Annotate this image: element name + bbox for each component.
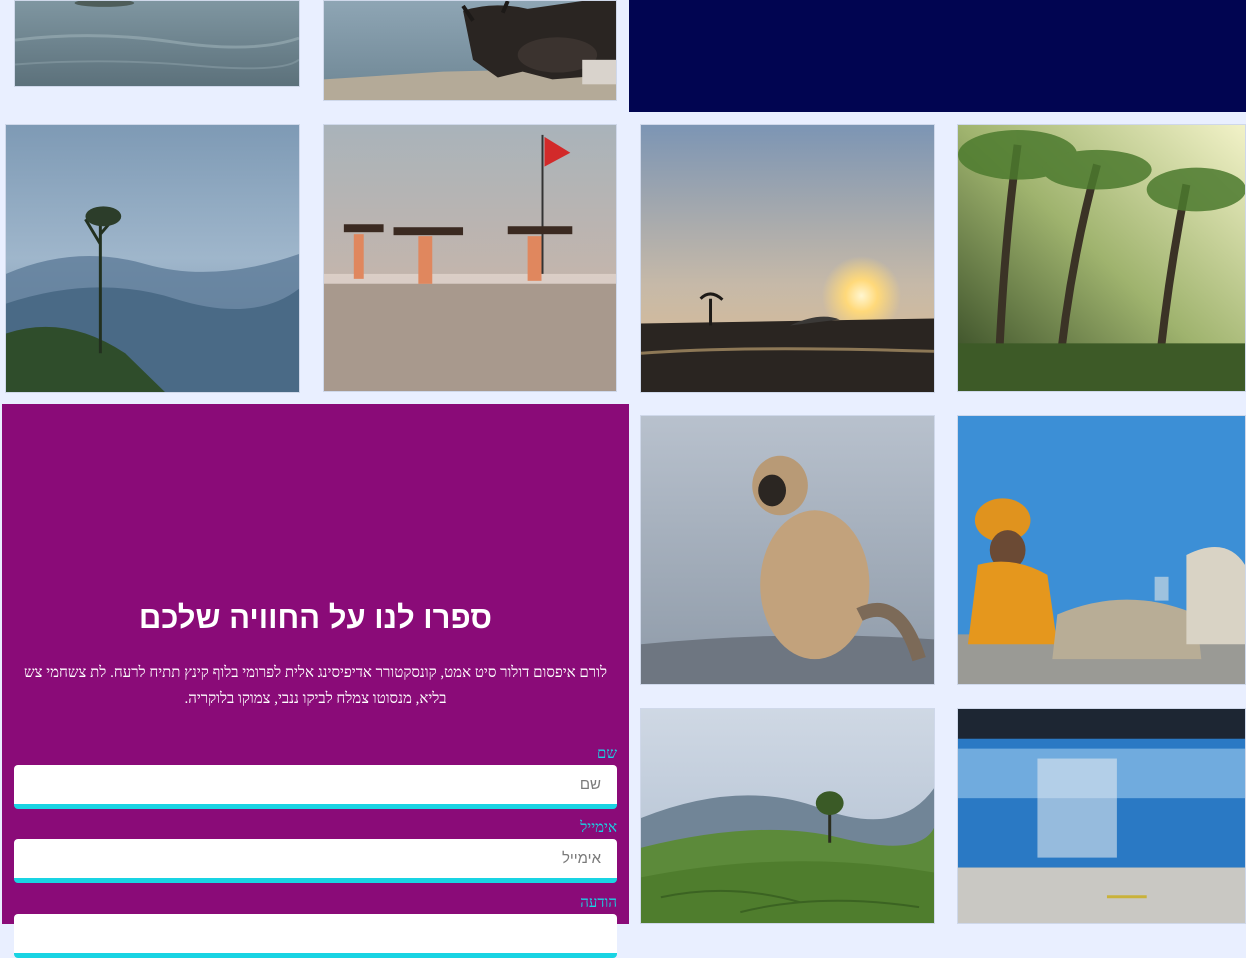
- gallery-photo-sunset[interactable]: [640, 124, 935, 393]
- photo-train-icon: [958, 709, 1245, 923]
- photo-beach-icon: [15, 1, 299, 86]
- gallery-photo-train[interactable]: [957, 708, 1246, 924]
- gallery-photo-beach[interactable]: [14, 0, 300, 87]
- name-field[interactable]: [14, 765, 617, 809]
- form-title: ספרו לנו על החוויה שלכם: [138, 600, 493, 635]
- photo-tea-icon: [641, 709, 934, 923]
- photo-palms-icon: [958, 125, 1245, 391]
- photo-sunset-icon: [641, 125, 934, 392]
- photo-sadhu-icon: [958, 416, 1245, 684]
- photo-beach-people-icon: [324, 125, 616, 391]
- gallery-photo-cow[interactable]: [323, 0, 617, 101]
- form-description: לורם איפסום דולור סיט אמט, קונסקטורר אדי…: [24, 665, 607, 707]
- banner-block: [629, 0, 1246, 112]
- gallery-photo-palms[interactable]: [957, 124, 1246, 392]
- gallery-photo-sadhu[interactable]: [957, 415, 1246, 685]
- gallery-photo-monkey[interactable]: [640, 415, 935, 685]
- photo-monkey-icon: [641, 416, 934, 684]
- contact-form-panel: ספרו לנו על החוויה שלכם לורם איפסום דולו…: [2, 404, 629, 958]
- email-field[interactable]: [14, 839, 617, 883]
- name-field-label: שם: [597, 746, 617, 762]
- photo-cow-icon: [324, 1, 616, 100]
- message-field-label: הודעה: [580, 895, 617, 911]
- gallery-photo-hills[interactable]: [5, 124, 300, 393]
- photo-hills-icon: [6, 125, 299, 392]
- gallery-photo-beach-people[interactable]: [323, 124, 617, 392]
- email-field-label: אימייל: [580, 820, 617, 836]
- message-field[interactable]: [14, 914, 617, 958]
- gallery-photo-tea[interactable]: [640, 708, 935, 924]
